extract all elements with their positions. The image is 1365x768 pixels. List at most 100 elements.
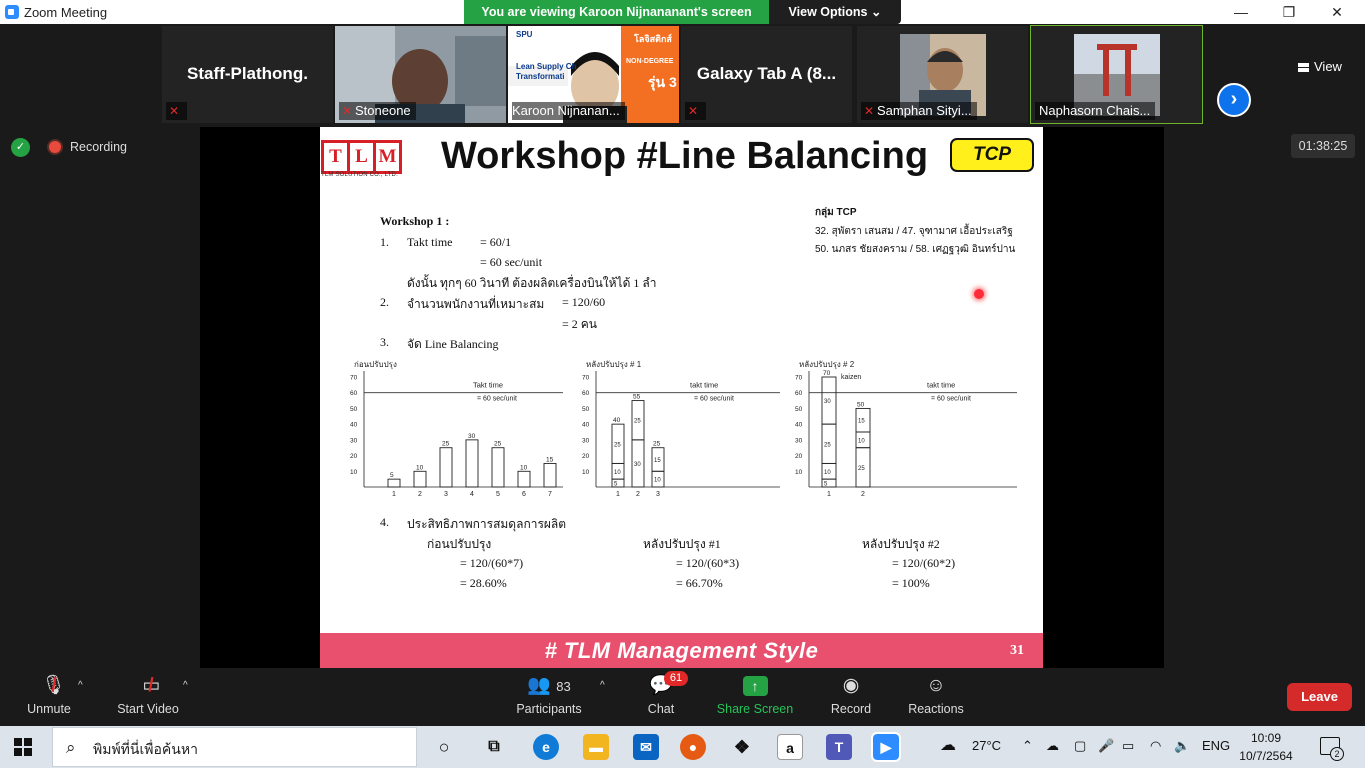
y-tick-label: 40 [350, 422, 358, 429]
unmute-button[interactable]: 🎙/ Unmute [18, 668, 80, 726]
y-tick-label: 20 [795, 453, 803, 460]
search-icon: ⌕ [66, 738, 76, 757]
file-explorer-icon[interactable]: ▬ [583, 734, 609, 760]
participant-name-label: Naphasorn Chais... [1035, 102, 1156, 120]
participant-name-label: ✕ Stoneone [339, 102, 416, 120]
maximize-button[interactable]: ❐ [1265, 0, 1313, 24]
eff-after1-equation: = 120/(60*3) [676, 556, 740, 570]
bar [491, 447, 505, 488]
title-bar: Zoom Meeting You are viewing Karoon Nijn… [0, 0, 1365, 24]
muted-mic-icon: ✕ [168, 104, 180, 118]
view-options-button[interactable]: View Options ⌄ [769, 0, 901, 24]
video-options-chevron-icon[interactable]: ^ [183, 680, 188, 691]
mail-icon[interactable]: ✉ [633, 734, 659, 760]
x-tick-label: 1 [827, 491, 831, 498]
participants-options-chevron-icon[interactable]: ^ [600, 680, 605, 691]
eff-after2-label: หลังปรับปรุง #2 [862, 537, 940, 551]
x-tick-label: 6 [522, 491, 526, 498]
dropbox-icon[interactable]: ❖ [729, 734, 755, 760]
window-title: Zoom Meeting [24, 5, 108, 20]
takt-time-value: = 60 sec/unit [477, 396, 517, 403]
bar-total-label: 40 [613, 417, 621, 424]
slide-line-text: Lean Supply Ch [516, 62, 577, 71]
slide-line-text: โลจิสติกส์ [634, 34, 672, 44]
participant-tile[interactable]: Galaxy Tab A (8... ✕ [681, 26, 852, 123]
edge-browser-icon[interactable]: e [533, 734, 559, 760]
record-button[interactable]: ◉ Record [824, 668, 878, 726]
zoom-taskbar-icon[interactable]: ▶ [871, 732, 901, 762]
firefox-icon[interactable]: ● [680, 734, 706, 760]
slide-page-number: 31 [1010, 643, 1024, 658]
participants-button[interactable]: 👥 83 Participants [508, 668, 590, 726]
slide-line-text: NON-DEGREE [626, 58, 674, 65]
eff-before-label: ก่อนปรับปรุง [427, 537, 492, 551]
kaizen-annotation: kaizen [841, 374, 861, 381]
weather-cloud-icon[interactable]: ☁ [940, 735, 956, 755]
y-tick-label: 70 [795, 375, 803, 382]
bar-total-label: 25 [653, 441, 661, 448]
segment-value-label: 30 [634, 462, 641, 468]
participant-tile[interactable]: Staff-Plathong. ✕ [162, 26, 333, 123]
microphone-icon[interactable]: 🎤 [1098, 738, 1114, 754]
start-video-button[interactable]: ▭/ Start Video [110, 668, 186, 726]
slide-brand-text: SPU [516, 30, 533, 39]
takt-time-label: Takt time [407, 235, 453, 249]
participant-tile[interactable]: SPU Lean Supply Ch Transformati โลจิสติก… [508, 26, 679, 123]
taskbar-clock[interactable]: 10:09 10/7/2564 [1238, 729, 1294, 765]
workers-label: จำนวนพนักงานที่เหมาะสม [407, 297, 545, 311]
y-tick-label: 50 [350, 406, 358, 413]
x-tick-label: 2 [861, 491, 865, 498]
y-tick-label: 30 [350, 437, 358, 444]
muted-mic-icon: ✕ [341, 104, 353, 118]
record-icon: ◉ [842, 675, 860, 696]
x-tick-label: 3 [444, 491, 448, 498]
workers-result: = 2 คน [562, 317, 597, 331]
taskbar-search-box[interactable]: ⌕ พิมพ์ที่นี่เพื่อค้นหา [52, 727, 417, 767]
teams-icon[interactable]: T [826, 734, 852, 760]
input-language[interactable]: ENG [1202, 738, 1230, 753]
view-button[interactable]: View [1298, 56, 1342, 78]
bar [465, 439, 479, 488]
tray-chevron-up-icon[interactable]: ⌃ [1022, 738, 1033, 754]
y-tick-label: 40 [795, 422, 803, 429]
onedrive-cloud-icon[interactable]: ☁ [1046, 738, 1059, 754]
close-button[interactable]: ✕ [1313, 0, 1361, 24]
x-tick-label: 1 [392, 491, 396, 498]
participant-tile[interactable]: ✕ Stoneone [335, 26, 506, 123]
next-page-arrow-icon[interactable]: › [1217, 83, 1251, 117]
windows-start-icon[interactable] [14, 738, 33, 757]
participants-icon: 👥 [527, 675, 551, 696]
slide-line-text: Transformati [516, 72, 565, 81]
recording-label: Recording [70, 140, 127, 154]
muted-mic-icon: ✕ [687, 104, 699, 118]
bar [439, 447, 453, 488]
recording-dot-icon [49, 141, 61, 153]
leave-meeting-button[interactable]: Leave [1287, 683, 1352, 711]
reactions-button[interactable]: ☺ Reactions [904, 668, 968, 726]
share-screen-button[interactable]: ↑ Share Screen [712, 668, 798, 726]
segment-value-label: 25 [824, 442, 831, 448]
item-number: 4. [380, 515, 389, 529]
segment-value-label: 10 [654, 478, 661, 484]
battery-icon[interactable]: ▭ [1122, 738, 1134, 754]
participant-tile[interactable]: ✕ Samphan Sityi... [857, 26, 1028, 123]
windows-taskbar: ⌕ พิมพ์ที่นี่เพื่อค้นหา ○ ⧉ e ▬ ✉ ● ❖ a … [0, 726, 1365, 768]
y-tick-label: 30 [795, 437, 803, 444]
wifi-icon[interactable]: ◠ [1150, 738, 1161, 754]
bar-value-label: 5 [390, 472, 394, 479]
speaker-icon[interactable]: 🔈 [1174, 738, 1190, 754]
takt-time-result: = 60 sec/unit [480, 255, 543, 269]
eff-after2-result: = 100% [892, 576, 930, 590]
weather-temperature[interactable]: 27°C [972, 738, 1001, 753]
task-view-icon[interactable]: ⧉ [481, 734, 507, 760]
device-icon[interactable]: ▢ [1074, 738, 1086, 754]
minimize-button[interactable]: — [1217, 0, 1265, 24]
cortana-circle-icon[interactable]: ○ [431, 734, 457, 760]
segment-value-label: 15 [858, 419, 865, 425]
participant-tile-active-speaker[interactable]: Naphasorn Chais... [1030, 25, 1203, 124]
audio-options-chevron-icon[interactable]: ^ [78, 680, 83, 691]
video-gallery-strip: Staff-Plathong. ✕ ✕ Stoneone SPU Lean Sup… [0, 24, 1365, 126]
shield-check-icon[interactable]: ✓ [11, 138, 30, 157]
bar-total-label: 50 [857, 401, 865, 408]
amazon-icon[interactable]: a [777, 734, 803, 760]
